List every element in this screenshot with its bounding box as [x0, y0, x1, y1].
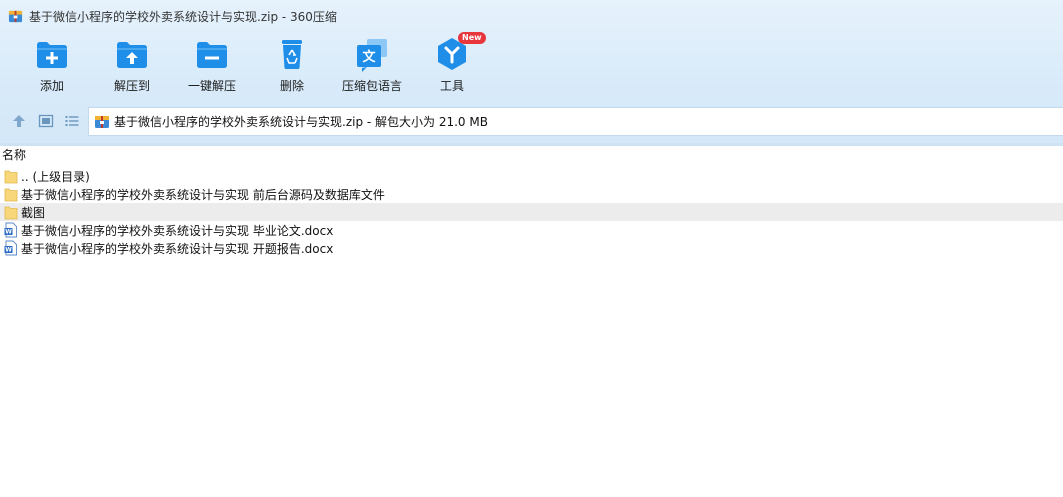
tools-button[interactable]: New 工具 — [412, 32, 492, 98]
column-name-label: 名称 — [2, 148, 27, 162]
top-chrome: 基于微信小程序的学校外卖系统设计与实现.zip - 360压缩 添加 解压到 一… — [0, 0, 1063, 143]
delete-label: 删除 — [279, 79, 304, 93]
svg-text:W: W — [5, 247, 12, 254]
column-header-name[interactable]: 名称 — [0, 146, 1063, 164]
list-item-name: 基于微信小程序的学校外卖系统设计与实现 毕业论文.docx — [21, 223, 334, 238]
folder-icon — [4, 206, 18, 220]
address-bar[interactable]: 基于微信小程序的学校外卖系统设计与实现.zip - 解包大小为 21.0 MB — [88, 107, 1063, 136]
extract-to-button[interactable]: 解压到 — [92, 36, 172, 98]
one-click-extract-icon — [197, 42, 227, 68]
language-icon: 文 — [357, 39, 387, 72]
word-document-icon: W — [4, 240, 17, 256]
list-item-file[interactable]: W 基于微信小程序的学校外卖系统设计与实现 毕业论文.docx — [0, 221, 1063, 239]
navigation-bar: 基于微信小程序的学校外卖系统设计与实现.zip - 解包大小为 21.0 MB — [0, 106, 1063, 136]
archive-language-button[interactable]: 文 压缩包语言 — [332, 36, 412, 98]
svg-text:文: 文 — [362, 49, 376, 65]
delete-button[interactable]: 删除 — [252, 36, 332, 98]
add-label: 添加 — [39, 79, 64, 93]
svg-text:W: W — [5, 229, 12, 236]
list-item-file[interactable]: W 基于微信小程序的学校外卖系统设计与实现 开题报告.docx — [0, 239, 1063, 257]
title-bar: 基于微信小程序的学校外卖系统设计与实现.zip - 360压缩 — [0, 0, 1063, 32]
list-item-name: 基于微信小程序的学校外卖系统设计与实现 开题报告.docx — [21, 241, 334, 256]
recycle-bin-icon — [282, 40, 302, 69]
list-item-parent-directory[interactable]: .. (上级目录) — [0, 167, 1063, 185]
extract-to-icon — [117, 42, 147, 68]
new-badge: New — [458, 32, 486, 44]
up-arrow-icon[interactable] — [11, 113, 27, 129]
list-view-icon[interactable] — [64, 113, 80, 129]
one-click-extract-label: 一键解压 — [187, 79, 236, 93]
file-list: .. (上级目录) 基于微信小程序的学校外卖系统设计与实现 前后台源码及数据库文… — [0, 167, 1063, 257]
add-folder-icon — [37, 42, 67, 68]
archive-icon — [8, 10, 23, 22]
folder-icon — [4, 188, 18, 202]
zip-file-icon — [95, 115, 109, 128]
window-title: 基于微信小程序的学校外卖系统设计与实现.zip - 360压缩 — [29, 9, 337, 24]
folder-icon — [4, 170, 18, 184]
add-button[interactable]: 添加 — [12, 36, 92, 98]
thumbnail-view-icon[interactable] — [38, 113, 54, 129]
list-item-name: .. (上级目录) — [21, 169, 90, 184]
archive-language-label: 压缩包语言 — [341, 79, 402, 93]
list-item-folder[interactable]: 截图 — [0, 203, 1063, 221]
toolbar: 添加 解压到 一键解压 删除 文 压缩包语言 New 工具 — [0, 32, 1063, 98]
one-click-extract-button[interactable]: 一键解压 — [172, 36, 252, 98]
extract-to-label: 解压到 — [113, 79, 150, 93]
word-document-icon: W — [4, 222, 17, 238]
list-item-name: 基于微信小程序的学校外卖系统设计与实现 前后台源码及数据库文件 — [21, 187, 385, 202]
list-item-name: 截图 — [21, 205, 46, 220]
list-item-folder[interactable]: 基于微信小程序的学校外卖系统设计与实现 前后台源码及数据库文件 — [0, 185, 1063, 203]
address-text: 基于微信小程序的学校外卖系统设计与实现.zip - 解包大小为 21.0 MB — [114, 115, 488, 129]
tools-label: 工具 — [439, 79, 464, 93]
